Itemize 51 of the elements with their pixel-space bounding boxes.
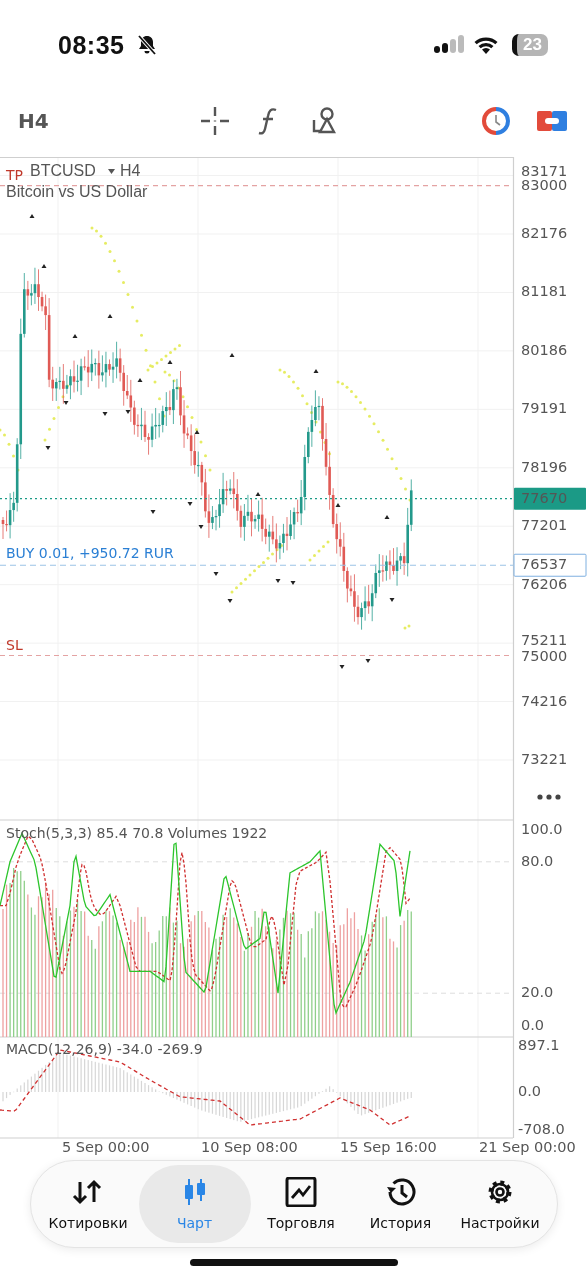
price-tag: 75000 (521, 647, 568, 664)
axis-label: 73221 (521, 751, 568, 767)
axis-label: 75211 (521, 632, 568, 648)
time-axis-label: 15 Sep 16:00 (340, 1139, 437, 1155)
axis-label: 76206 (521, 575, 568, 592)
timeframe-button[interactable]: H4 (12, 104, 55, 137)
axis-label: -708.0 (518, 1121, 565, 1137)
axis-label: 80186 (521, 341, 568, 358)
crosshair-icon[interactable] (200, 105, 231, 136)
price-tag: 76537 (513, 553, 587, 577)
price-tag: 77670 (514, 487, 586, 510)
price-line-label: SL (6, 636, 23, 653)
symbol-description: Bitcoin vs US Dollar (6, 183, 148, 201)
history-icon (384, 1177, 417, 1207)
muted-bell-icon (136, 34, 159, 56)
axis-label: 77201 (521, 517, 568, 534)
tab-bar-item[interactable]: Настройки (451, 1165, 549, 1243)
caret-icon[interactable] (108, 169, 115, 174)
status-time: 08:35 (58, 30, 125, 60)
axis-label: 79191 (521, 400, 568, 417)
time-axis-label: 10 Sep 08:00 (201, 1139, 298, 1155)
axis-label: 74216 (521, 692, 568, 709)
axis-label: 82176 (521, 225, 568, 241)
price-line-label: TP (6, 166, 23, 183)
symbol-timeframe: H4 (120, 162, 141, 180)
axis-label: 897.1 (518, 1037, 560, 1053)
axis-label: 100.0 (521, 821, 563, 837)
symbol-name[interactable]: BTCUSD (30, 162, 96, 180)
axis-label: 0.0 (521, 1017, 545, 1033)
battery-indicator: 23 (512, 34, 548, 56)
line-chart-icon (285, 1177, 317, 1207)
time-axis-label: 5 Sep 00:00 (62, 1139, 150, 1155)
tab-bar-item[interactable]: Торговля (252, 1165, 350, 1243)
more-icon[interactable] (537, 794, 561, 800)
signal-icon (434, 35, 464, 55)
price-tag: 83000 (521, 176, 568, 193)
wifi-icon (472, 35, 500, 55)
axis-label: 0.0 (518, 1083, 542, 1099)
tab-bar-item[interactable]: Котировки (39, 1165, 137, 1243)
time-axis-label: 21 Sep 00:00 (479, 1139, 576, 1155)
indicator-legend: Stoch(5,3,3) 85.4 70.8 Volumes 1922 (6, 825, 268, 841)
price-line-label: BUY 0.01, +950.72 RUR (6, 545, 174, 562)
indicator-legend: MACD(12,26,9) -34.0 -269.9 (6, 1041, 203, 1057)
axis-label: 83171 (521, 163, 568, 179)
axis-label: 20.0 (521, 984, 554, 1001)
axis-label: 80.0 (521, 852, 554, 869)
tab-bar-item[interactable]: История (351, 1165, 450, 1243)
axis-label: 78196 (521, 458, 568, 475)
axis-label: 81181 (521, 283, 568, 300)
clock-icon[interactable] (480, 106, 512, 135)
up-down-arrows-icon (72, 1177, 104, 1207)
